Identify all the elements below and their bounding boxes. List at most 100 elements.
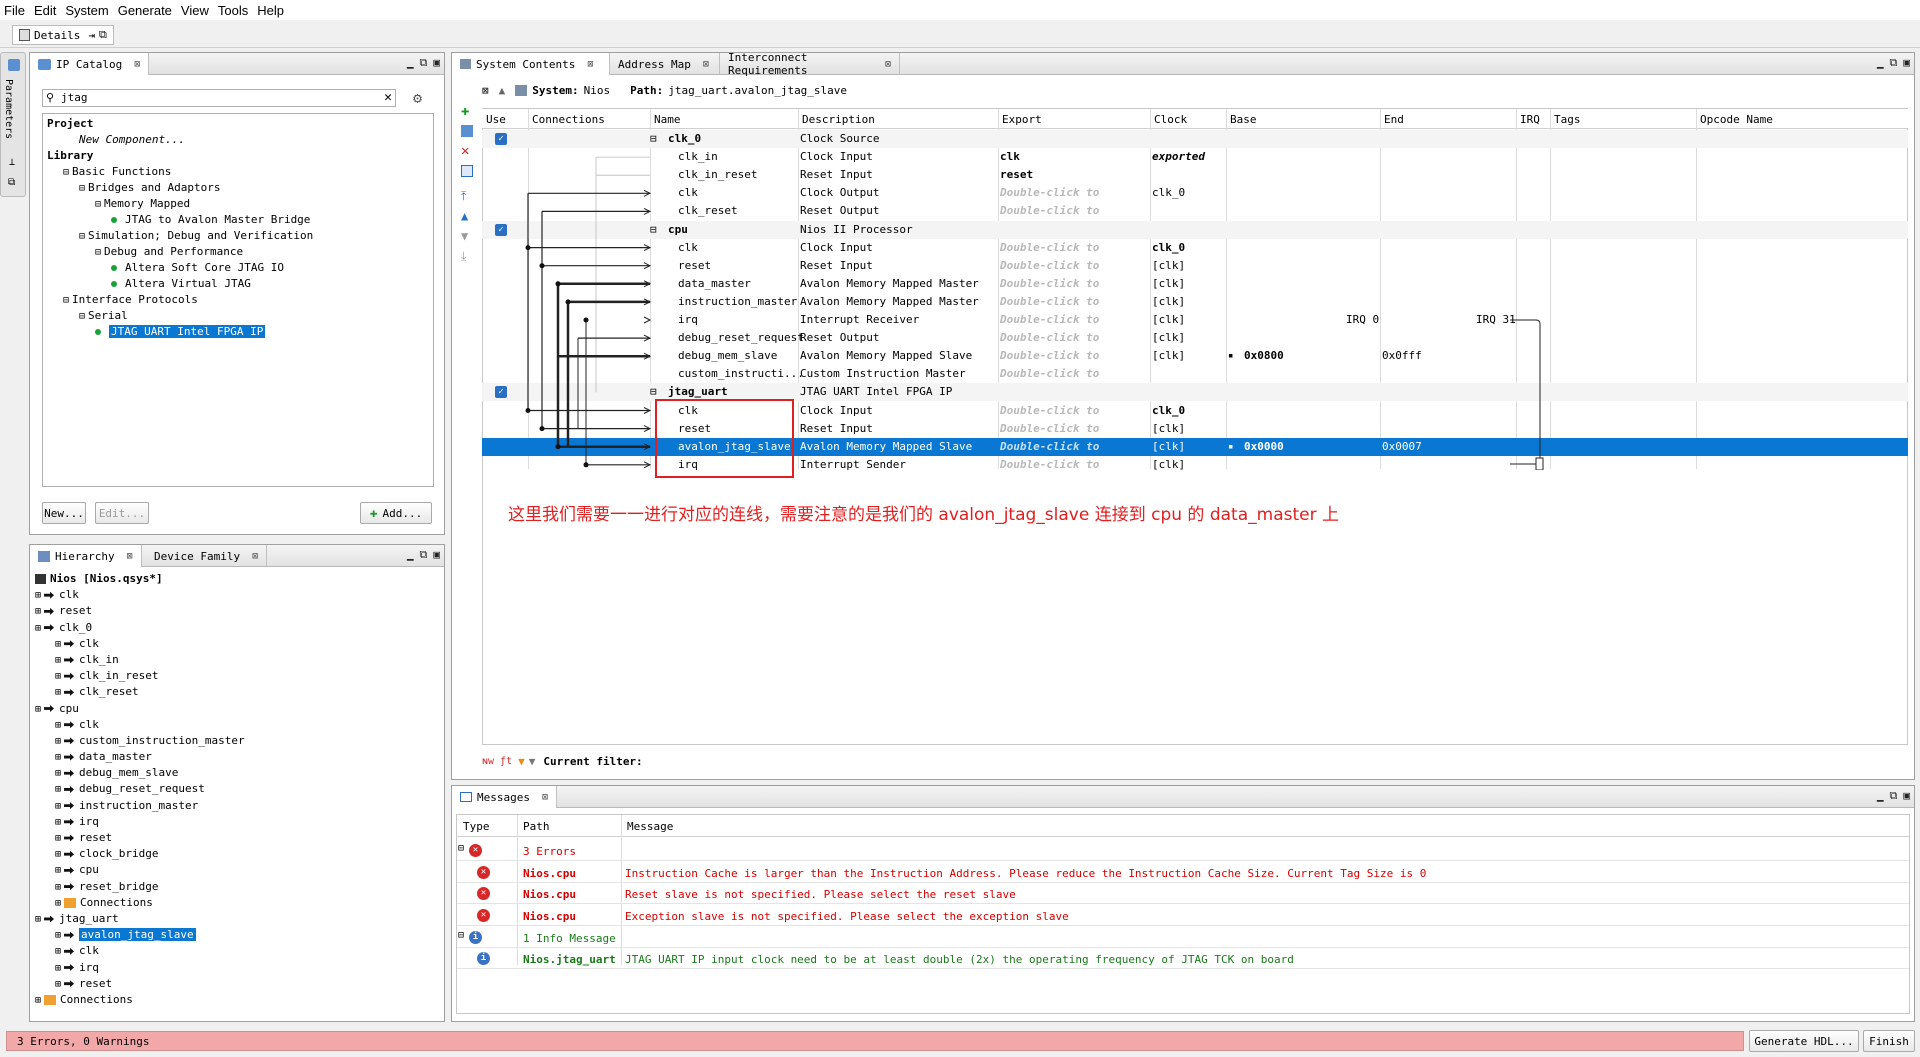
maximize-icon[interactable]: ⧉ (1890, 789, 1898, 803)
message-row[interactable]: ✕ Nios.cpu Reset slave is not specified. P… (457, 884, 1909, 904)
expand-icon[interactable]: ⊞ (55, 768, 61, 779)
clock-cell[interactable]: clk_0 (1152, 402, 1185, 420)
close-icon[interactable]: ⊠ (134, 59, 140, 70)
catalog-tree-item[interactable]: ⊟ Basic Functions (45, 164, 431, 180)
restore-icon[interactable]: ▣ (1903, 56, 1910, 70)
message-row[interactable]: ⊟ ✕ 3 Errors (457, 841, 1909, 861)
hierarchy-tree-item[interactable]: ⊞ clk_in (33, 652, 444, 668)
column-header[interactable]: Type (463, 820, 490, 833)
tab-ip-catalog[interactable]: IP Catalog ⊠ (30, 53, 150, 75)
hierarchy-tree-item[interactable]: ⊞ Connections (33, 992, 444, 1008)
finish-button[interactable]: Finish (1863, 1030, 1915, 1052)
expand-icon[interactable]: ⊞ (35, 914, 41, 925)
table-row[interactable]: debug_mem_slave Avalon Memory Mapped Slav… (482, 347, 1908, 365)
export-cell[interactable]: Double-click to (1000, 293, 1099, 311)
export-cell[interactable]: Double-click to (1000, 456, 1099, 474)
catalog-tree-item[interactable]: ⊟ Bridges and Adaptors (45, 180, 431, 196)
column-header[interactable]: Name (654, 113, 681, 126)
expand-icon[interactable]: ⊞ (55, 882, 61, 893)
column-header[interactable]: Description (802, 113, 875, 126)
column-header[interactable]: Base (1230, 113, 1257, 126)
expand-icon[interactable]: ⊞ (35, 623, 41, 634)
table-row[interactable]: ✓ ⊟ cpu Nios II Processor (482, 220, 1908, 239)
edit-icon[interactable] (461, 165, 473, 177)
table-row[interactable]: clk_in_reset Reset Input reset (482, 166, 1908, 184)
export-cell[interactable]: Double-click to (1000, 202, 1099, 220)
restore-icon[interactable]: ⧉ (99, 28, 107, 42)
clock-cell[interactable]: exported (1152, 148, 1205, 166)
table-row[interactable]: instruction_master Avalon Memory Mapped M… (482, 293, 1908, 311)
export-cell[interactable]: Double-click to (1000, 239, 1099, 257)
hierarchy-tree-item[interactable]: ⊞ irq (33, 960, 444, 976)
base-cell[interactable]: 0x0800 (1244, 347, 1284, 365)
close-icon[interactable]: ⊠ (127, 551, 133, 562)
export-cell[interactable]: Double-click to (1000, 275, 1099, 293)
message-row[interactable]: ⊟ i 1 Info Message (457, 928, 1909, 948)
table-row[interactable]: irq Interrupt Receiver Double-click to [clk… (482, 311, 1908, 329)
maximize-icon[interactable]: ⧉ (1890, 56, 1898, 70)
clock-cell[interactable]: clk_0 (1152, 184, 1185, 202)
clock-cell[interactable]: [clk] (1152, 329, 1185, 347)
minimize-icon[interactable]: ▁ (407, 56, 414, 70)
expand-icon[interactable]: ⊞ (55, 720, 61, 731)
generate-hdl-button[interactable]: Generate HDL... (1749, 1030, 1859, 1052)
hierarchy-tree-item[interactable]: ⊞ cpu (33, 701, 444, 717)
message-row[interactable]: ✕ Nios.cpu Exception slave is not specifie… (457, 906, 1909, 926)
expand-icon[interactable]: ⊞ (55, 865, 61, 876)
column-header[interactable]: Path (523, 820, 550, 833)
column-header[interactable]: Export (1002, 113, 1042, 126)
export-cell[interactable]: Double-click to (1000, 438, 1099, 456)
column-header[interactable]: Opcode Name (1700, 113, 1773, 126)
export-cell[interactable]: Double-click to (1000, 347, 1099, 365)
expand-icon[interactable]: ⊞ (35, 606, 41, 617)
collapse-icon[interactable]: ⊟ (79, 183, 85, 194)
catalog-tree-item[interactable]: Altera Virtual JTAG (45, 276, 431, 292)
table-row[interactable]: data_master Avalon Memory Mapped Master Do… (482, 275, 1908, 293)
hierarchy-tree-item[interactable]: ⊞ reset (33, 603, 444, 619)
export-cell[interactable]: Double-click to (1000, 402, 1099, 420)
filter-edit-icon[interactable]: ƒt (500, 756, 512, 767)
menu-file[interactable]: File (4, 3, 25, 18)
column-header[interactable]: Tags (1554, 113, 1581, 126)
export-cell[interactable]: Double-click to (1000, 329, 1099, 347)
hierarchy-tree-item[interactable]: ⊞ jtag_uart (33, 911, 444, 927)
menu-generate[interactable]: Generate (118, 3, 172, 18)
export-cell[interactable]: reset (1000, 166, 1033, 184)
hierarchy-tree-item[interactable]: ⊞ clk (33, 636, 444, 652)
message-row[interactable]: ✕ Nios.cpu Instruction Cache is larger tha… (457, 863, 1909, 883)
export-cell[interactable]: Double-click to (1000, 365, 1099, 383)
clock-cell[interactable]: [clk] (1152, 257, 1185, 275)
hierarchy-tree-item[interactable]: ⊞ debug_mem_slave (33, 765, 444, 781)
expand-icon[interactable]: ⊞ (55, 930, 61, 941)
expand-icon[interactable]: ⊞ (55, 979, 61, 990)
table-row[interactable]: ✓ ⊟ clk_0 Clock Source (482, 130, 1908, 148)
menu-system[interactable]: System (65, 3, 108, 18)
expand-icon[interactable]: ⊞ (55, 784, 61, 795)
expand-icon[interactable]: ⊞ (55, 687, 61, 698)
hierarchy-tree-item[interactable]: ⊞ clk (33, 717, 444, 733)
tab-address-map[interactable]: Address Map ⊠ (610, 53, 720, 75)
expand-icon[interactable]: ⊞ (35, 590, 41, 601)
collapse-icon[interactable]: ⊟ (79, 311, 85, 322)
collapse-icon[interactable]: ⊟ (95, 199, 101, 210)
table-row[interactable]: reset Reset Input Double-click to [clk] (482, 257, 1908, 275)
expand-icon[interactable]: ⊞ (55, 833, 61, 844)
hierarchy-tree-item[interactable]: ⊞ clk (33, 587, 444, 603)
catalog-tree-item[interactable]: Project (45, 116, 431, 132)
column-header[interactable]: Connections (532, 113, 605, 126)
table-row[interactable]: clk_reset Reset Output Double-click to (482, 202, 1908, 220)
hierarchy-tree-item[interactable]: ⊞ Connections (33, 895, 444, 911)
table-row[interactable]: clk_in Clock Input clk exported (482, 148, 1908, 166)
expand-icon[interactable]: ⊞ (55, 801, 61, 812)
catalog-tree-item[interactable]: ⊟ Serial (45, 308, 431, 324)
hierarchy-tree-item[interactable]: ⊞ debug_reset_request (33, 781, 444, 797)
lock-icon[interactable]: ▪ (1228, 347, 1233, 365)
hierarchy-tree-item[interactable]: ⊞ clk_in_reset (33, 668, 444, 684)
expand-icon[interactable]: ⊞ (55, 671, 61, 682)
clock-cell[interactable]: [clk] (1152, 347, 1185, 365)
expand-icon[interactable]: ⊞ (55, 898, 61, 909)
expand-icon[interactable]: ⊞ (55, 963, 61, 974)
filter-icon[interactable]: ▼ (518, 755, 525, 768)
close-icon[interactable]: ⊠ (703, 59, 709, 70)
filter-new-icon[interactable]: ɴw (482, 756, 494, 767)
